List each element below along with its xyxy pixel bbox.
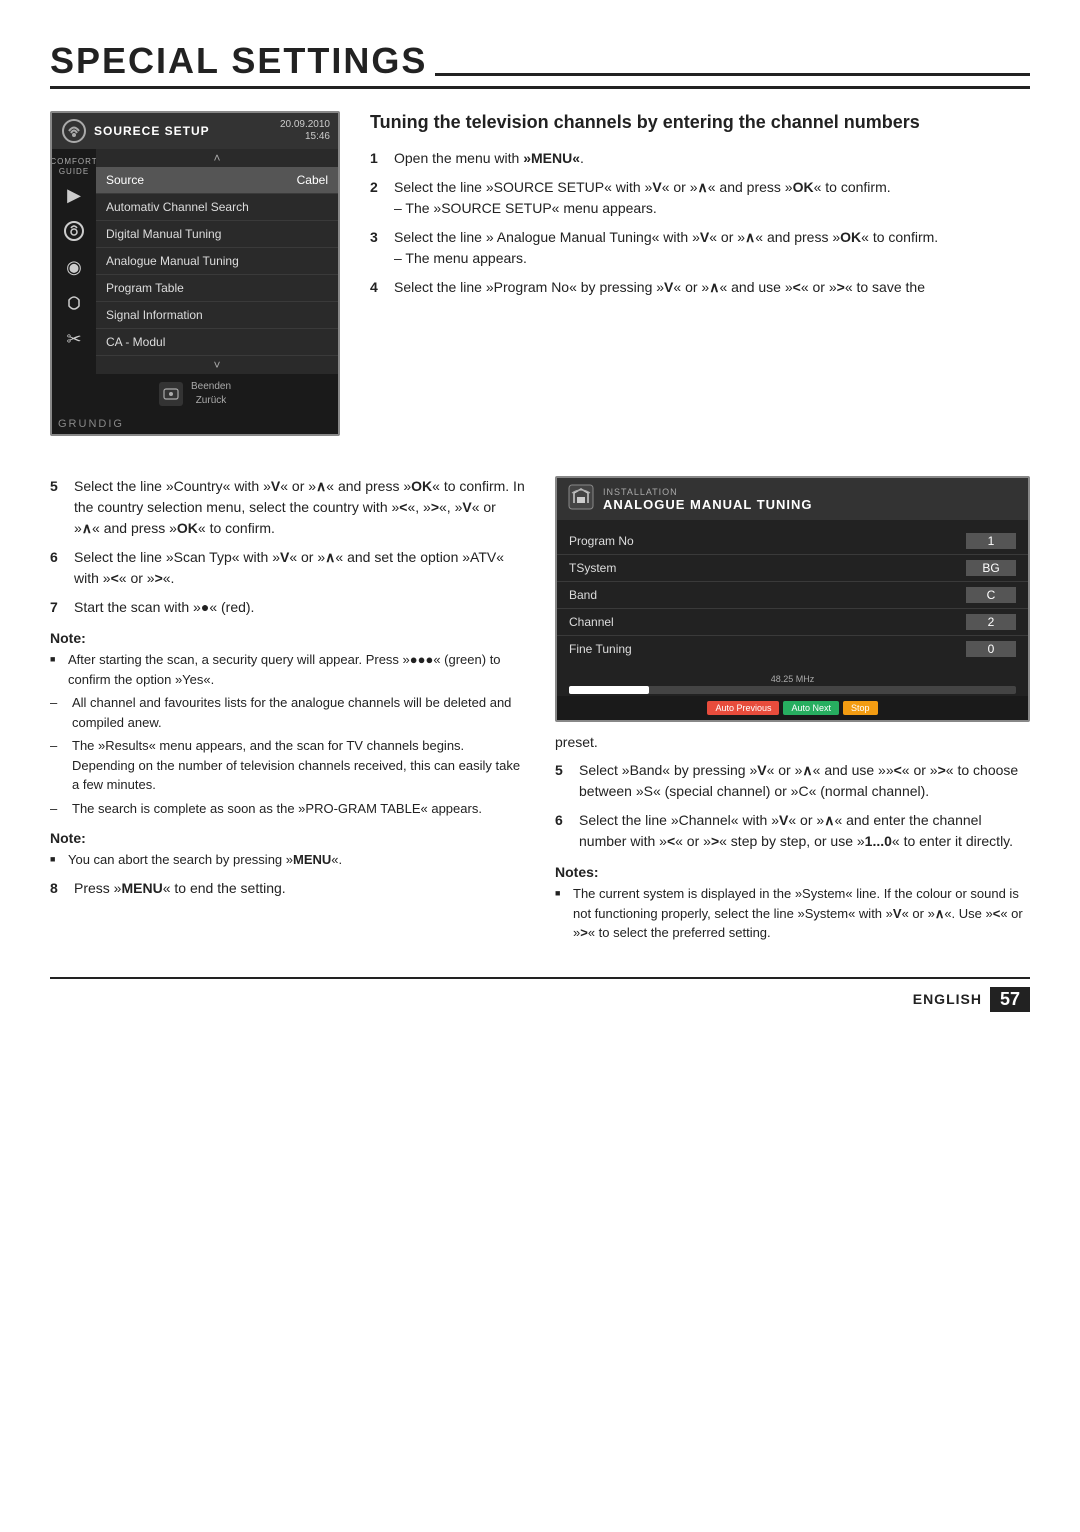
step-3: 3 Select the line » Analogue Manual Tuni… [370, 227, 1030, 269]
steps-list-top: 1 Open the menu with »MENU«. 2 Select th… [370, 148, 1030, 298]
tv-menu-time: 20.09.2010 15:46 [280, 119, 330, 143]
freq-bar-fill [569, 686, 649, 694]
freq-bar-bg [569, 686, 1016, 694]
note-2-bullets: You can abort the search by pressing »ME… [50, 850, 525, 870]
main-layout: SOURECE SETUP 20.09.2010 15:46 COMFORTGU… [50, 111, 1030, 454]
tv-menu-footer: Beenden Zurück [52, 374, 338, 414]
amt-freq-bar: 48.25 MHz [557, 670, 1028, 696]
amt-label-small: INSTALLATION [603, 487, 813, 497]
menu-item-program-table[interactable]: Program Table [96, 275, 338, 302]
note-2-bullet-1: You can abort the search by pressing »ME… [50, 850, 525, 870]
step-1: 1 Open the menu with »MENU«. [370, 148, 1030, 169]
tv-menu-body: COMFORTGUIDE ▶ ◉ [52, 149, 338, 374]
amt-box: INSTALLATION ANALOGUE MANUAL TUNING Prog… [555, 476, 1030, 722]
page-number: 57 [990, 987, 1030, 1012]
note-1-bullets: After starting the scan, a security quer… [50, 650, 525, 818]
btn-auto-next[interactable]: Auto Next [783, 701, 839, 715]
right-column: Tuning the television channels by enteri… [370, 111, 1030, 454]
notes-bullet-right-1: The current system is displayed in the »… [555, 884, 1030, 943]
amt-header: INSTALLATION ANALOGUE MANUAL TUNING [557, 478, 1028, 520]
step-6-right: 6 Select the line »Channel« with »V« or … [555, 810, 1030, 852]
note-bullet-1: After starting the scan, a security quer… [50, 650, 525, 689]
steps-list-bottom-left: 5 Select the line »Country« with »V« or … [50, 476, 525, 618]
amt-header-icon [567, 483, 595, 515]
note-1-label: Note: [50, 630, 525, 646]
notes-bullets-right: The current system is displayed in the »… [555, 884, 1030, 943]
note-dash-2: The »Results« menu appears, and the scan… [50, 736, 525, 795]
chevron-down: ˅ [96, 356, 338, 374]
step-6-left: 6 Select the line »Scan Typ« with »V« or… [50, 547, 525, 589]
page-bottom: ENGLISH 57 [50, 977, 1030, 1012]
step-5-right: 5 Select »Band« by pressing »V« or »∧« a… [555, 760, 1030, 802]
sidebar-icon-audio [55, 286, 93, 320]
amt-title-text: ANALOGUE MANUAL TUNING [603, 497, 813, 512]
menu-item-ca-modul[interactable]: CA - Modul [96, 329, 338, 356]
menu-item-signal-info[interactable]: Signal Information [96, 302, 338, 329]
sidebar-icon-tools: ✂ [55, 322, 93, 356]
step-4: 4 Select the line »Program No« by pressi… [370, 277, 1030, 298]
amt-row-program-no: Program No 1 [557, 528, 1028, 555]
grundig-logo: GRUNDIG [52, 414, 338, 434]
preset-text: preset. [555, 734, 1030, 750]
step-8: 8 Press »MENU« to end the setting. [50, 878, 525, 899]
section-heading: Tuning the television channels by enteri… [370, 111, 1030, 134]
tv-menu-header-left: SOURECE SETUP [60, 117, 210, 145]
step-7-left: 7 Start the scan with »●« (red). [50, 597, 525, 618]
chevron-up: ˄ [96, 149, 338, 167]
amt-rows: Program No 1 TSystem BG Band C Channel 2… [557, 520, 1028, 670]
amt-row-channel: Channel 2 [557, 609, 1028, 636]
steps-list-bottom-right: 5 Select »Band« by pressing »V« or »∧« a… [555, 760, 1030, 852]
notes-label-right: Notes: [555, 864, 1030, 880]
bottom-right: INSTALLATION ANALOGUE MANUAL TUNING Prog… [555, 476, 1030, 947]
footer-icon [159, 382, 183, 406]
tv-menu-box: SOURECE SETUP 20.09.2010 15:46 COMFORTGU… [50, 111, 340, 436]
title-text: SPECIAL SETTINGS [50, 40, 427, 82]
language-label: ENGLISH [913, 991, 982, 1007]
step-5-left: 5 Select the line »Country« with »V« or … [50, 476, 525, 539]
sidebar-icon-settings[interactable] [55, 214, 93, 248]
menu-item-auto-channel[interactable]: Automativ Channel Search [96, 194, 338, 221]
left-column: SOURECE SETUP 20.09.2010 15:46 COMFORTGU… [50, 111, 340, 454]
tv-menu-title: SOURECE SETUP [94, 124, 210, 138]
btn-auto-previous[interactable]: Auto Previous [707, 701, 779, 715]
amt-row-band: Band C [557, 582, 1028, 609]
amt-title-block: INSTALLATION ANALOGUE MANUAL TUNING [603, 487, 813, 512]
amt-row-fine-tuning: Fine Tuning 0 [557, 636, 1028, 662]
page-title: SPECIAL SETTINGS [50, 40, 1030, 89]
btn-stop[interactable]: Stop [843, 701, 878, 715]
comfort-guide-label: COMFORTGUIDE [50, 157, 97, 176]
amt-footer-buttons: Auto Previous Auto Next Stop [557, 696, 1028, 720]
menu-item-analogue-manual[interactable]: Analogue Manual Tuning [96, 248, 338, 275]
freq-label: 48.25 MHz [569, 674, 1016, 684]
footer-text: Beenden Zurück [191, 380, 231, 408]
bottom-left: 5 Select the line »Country« with »V« or … [50, 476, 525, 947]
note-dash-3: The search is complete as soon as the »P… [50, 799, 525, 819]
menu-item-source[interactable]: Source Cabel [96, 167, 338, 194]
sidebar-icon-eye: ◉ [55, 250, 93, 284]
sidebar-icon-play: ▶ [55, 178, 93, 212]
menu-item-digital-manual[interactable]: Digital Manual Tuning [96, 221, 338, 248]
note-dash-1: All channel and favourites lists for the… [50, 693, 525, 732]
tv-menu-items: ˄ Source Cabel Automativ Channel Search … [96, 149, 338, 374]
step-2: 2 Select the line »SOURCE SETUP« with »V… [370, 177, 1030, 219]
amt-row-tsystem: TSystem BG [557, 555, 1028, 582]
steps-list-step8: 8 Press »MENU« to end the setting. [50, 878, 525, 899]
bottom-layout: 5 Select the line »Country« with »V« or … [50, 476, 1030, 947]
tv-menu-header: SOURECE SETUP 20.09.2010 15:46 [52, 113, 338, 149]
tv-sidebar: COMFORTGUIDE ▶ ◉ [52, 149, 96, 374]
signal-icon [60, 117, 88, 145]
note-2-label: Note: [50, 830, 525, 846]
